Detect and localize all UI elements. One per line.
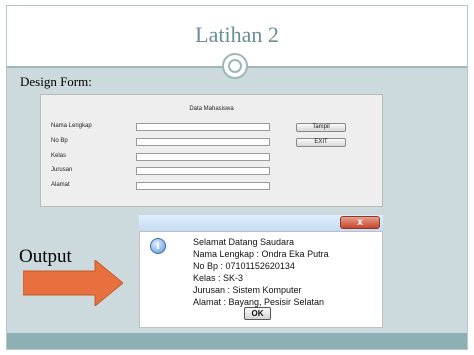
exit-button[interactable]: EXIT (296, 138, 346, 147)
nama-lengkap-input[interactable] (136, 123, 270, 131)
kelas-input[interactable] (136, 153, 270, 161)
circle-ornament-icon (222, 53, 248, 79)
ok-button[interactable]: OK (244, 307, 271, 320)
design-form-window: Data Mahasiswa Nama Lengkap No Bp Kelas … (40, 94, 383, 207)
message-line: Nama Lengkap : Ondra Eka Putra (193, 249, 329, 259)
form-title: Data Mahasiswa (189, 106, 234, 112)
slide-title: Latihan 2 (195, 22, 279, 47)
message-line: Jurusan : Sistem Komputer (193, 285, 302, 295)
bottom-strip (7, 333, 467, 349)
message-line: Selamat Datang Saudara (193, 237, 295, 247)
label-kelas: Kelas (51, 153, 67, 159)
label-no-bp: No Bp (51, 138, 68, 144)
alamat-input[interactable] (136, 182, 270, 190)
message-line: No Bp : 07101152620134 (193, 261, 295, 271)
right-arrow-icon (23, 260, 123, 306)
label-alamat: Alamat (51, 182, 70, 188)
close-icon[interactable]: x (340, 216, 380, 229)
design-form-label: Design Form: (20, 74, 92, 89)
slide: Latihan 2 Design Form: Data Mahasiswa Na… (0, 0, 474, 355)
dialog-body: i Selamat Datang Saudara Nama Lengkap : … (139, 231, 383, 328)
label-nama-lengkap: Nama Lengkap (51, 123, 92, 129)
label-jurusan: Jurusan (51, 167, 73, 173)
no-bp-input[interactable] (136, 138, 270, 146)
message-dialog: x i Selamat Datang Saudara Nama Lengkap … (139, 215, 383, 328)
jurusan-input[interactable] (136, 167, 270, 175)
dialog-titlebar: x (139, 215, 383, 231)
info-icon: i (150, 238, 166, 254)
tampil-button[interactable]: Tampil (296, 123, 346, 132)
message-line: Kelas : SK-3 (193, 273, 244, 283)
message-line: Alamat : Bayang, Pesisir Selatan (193, 297, 325, 307)
